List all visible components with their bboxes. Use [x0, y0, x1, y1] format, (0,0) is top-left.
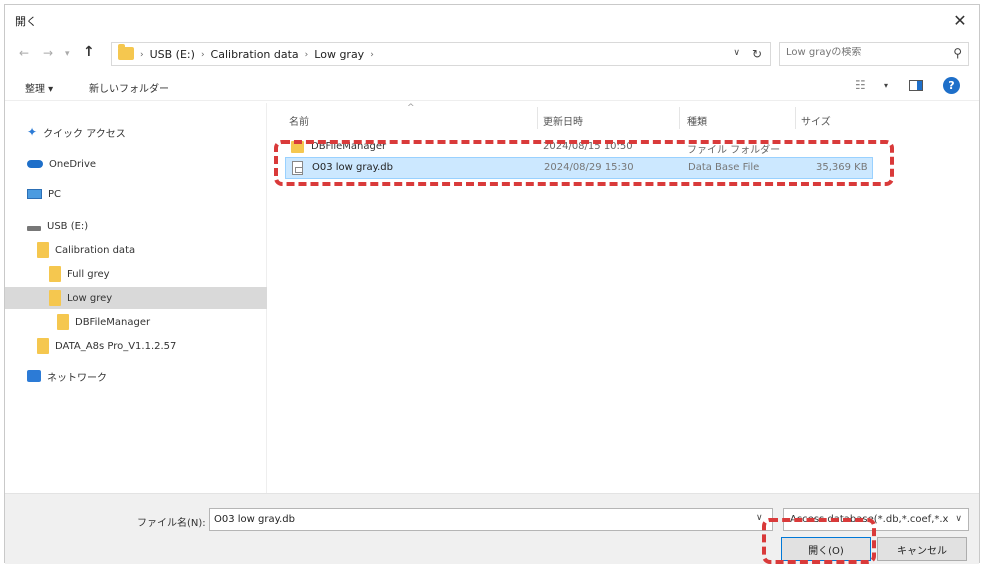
column-header-type[interactable]: 種類	[687, 113, 707, 128]
view-options-icon[interactable]: ☷	[855, 78, 866, 92]
title-bar: 開く ✕	[5, 5, 979, 35]
search-input[interactable]	[786, 47, 936, 58]
sidebar-item-label: PC	[48, 188, 62, 200]
sidebar-item-label: Full grey	[67, 268, 110, 280]
sidebar-item-calibration-data[interactable]: Calibration data	[5, 239, 267, 261]
sidebar-item-label: Calibration data	[55, 244, 136, 256]
close-button[interactable]: ✕	[947, 7, 973, 33]
chevron-down-icon[interactable]: ∨	[756, 513, 763, 523]
column-header-name[interactable]: 名前	[289, 113, 309, 128]
new-folder-button[interactable]: 新しいフォルダー	[89, 80, 169, 95]
folder-icon	[37, 242, 49, 258]
refresh-icon[interactable]: ↻	[752, 47, 762, 61]
column-divider[interactable]	[537, 107, 538, 129]
column-divider[interactable]	[679, 107, 680, 129]
open-file-dialog: 開く ✕ ← → ▾ ↑ › USB (E:) › Calibration da…	[4, 4, 980, 564]
preview-pane-icon[interactable]	[909, 80, 923, 91]
window-title: 開く	[15, 15, 37, 28]
sidebar-item-label: OneDrive	[49, 158, 97, 170]
folder-icon	[49, 266, 61, 282]
chevron-right-icon: ›	[304, 49, 309, 60]
chevron-right-icon: ›	[200, 49, 205, 60]
chevron-down-icon[interactable]: ▾	[884, 81, 888, 90]
breadcrumb-usb[interactable]: USB (E:)	[150, 48, 195, 61]
column-divider[interactable]	[795, 107, 796, 129]
navigation-bar: ← → ▾ ↑ › USB (E:) › Calibration data › …	[5, 37, 979, 69]
cloud-icon	[27, 160, 43, 168]
sidebar-item-full-grey[interactable]: Full grey	[5, 263, 267, 285]
breadcrumb-low-gray[interactable]: Low gray	[314, 48, 364, 61]
filename-input[interactable]	[209, 508, 773, 531]
chevron-down-icon[interactable]: ∨	[733, 48, 740, 58]
help-icon[interactable]: ?	[943, 77, 960, 94]
folder-icon	[37, 338, 49, 354]
back-button[interactable]: ←	[19, 46, 29, 60]
pc-icon	[27, 189, 42, 199]
folder-icon	[57, 314, 69, 330]
folder-icon	[118, 44, 134, 60]
sidebar-item-network[interactable]: ネットワーク	[5, 365, 267, 387]
forward-button[interactable]: →	[43, 46, 53, 60]
open-button-highlight-annotation	[762, 518, 876, 564]
chevron-right-icon[interactable]: ›	[370, 50, 374, 60]
sidebar-item-usb[interactable]: USB (E:)	[5, 215, 267, 237]
breadcrumb: › USB (E:) › Calibration data › Low gray…	[140, 48, 374, 61]
sidebar-item-label: DBFileManager	[75, 316, 151, 328]
search-box[interactable]: ⚲	[779, 42, 969, 66]
sidebar-item-data-a8s-pro[interactable]: DATA_A8s Pro_V1.1.2.57	[5, 335, 267, 357]
recent-locations-chevron-icon[interactable]: ▾	[65, 49, 70, 59]
address-bar[interactable]: › USB (E:) › Calibration data › Low gray…	[111, 42, 771, 66]
sidebar-item-dbfilemanager[interactable]: DBFileManager	[5, 311, 267, 333]
usb-drive-icon	[27, 225, 41, 231]
chevron-right-icon: ›	[140, 49, 144, 60]
network-icon	[27, 370, 41, 382]
organize-button[interactable]: 整理 ▾	[25, 80, 53, 95]
navigation-pane: ✦ クイック アクセス OneDrive PC USB (E:) Calibra…	[5, 103, 267, 495]
sidebar-item-quick-access[interactable]: ✦ クイック アクセス	[5, 121, 267, 143]
folder-icon	[49, 290, 61, 306]
filename-label: ファイル名(N):	[137, 518, 206, 529]
up-button[interactable]: ↑	[83, 44, 95, 60]
sidebar-item-label: Low grey	[67, 292, 113, 304]
sidebar-item-label: USB (E:)	[47, 220, 89, 232]
column-header-date[interactable]: 更新日時	[543, 113, 583, 128]
sidebar-item-pc[interactable]: PC	[5, 183, 267, 205]
sidebar-item-label: ネットワーク	[47, 372, 107, 384]
sort-ascending-icon: ^	[407, 103, 415, 113]
breadcrumb-calibration-data[interactable]: Calibration data	[211, 48, 299, 61]
sidebar-item-onedrive[interactable]: OneDrive	[5, 153, 267, 175]
cancel-button[interactable]: キャンセル	[877, 537, 967, 561]
file-highlight-annotation	[274, 140, 894, 186]
column-header-size[interactable]: サイズ	[801, 113, 831, 128]
sidebar-item-label: DATA_A8s Pro_V1.1.2.57	[55, 340, 177, 352]
search-icon[interactable]: ⚲	[953, 46, 962, 60]
star-icon: ✦	[27, 125, 38, 139]
chevron-down-icon: ∨	[955, 514, 962, 524]
command-bar: 整理 ▾ 新しいフォルダー ☷ ▾ ?	[5, 71, 979, 101]
sidebar-item-label: クイック アクセス	[43, 128, 126, 140]
sidebar-item-low-grey[interactable]: Low grey	[5, 287, 267, 309]
